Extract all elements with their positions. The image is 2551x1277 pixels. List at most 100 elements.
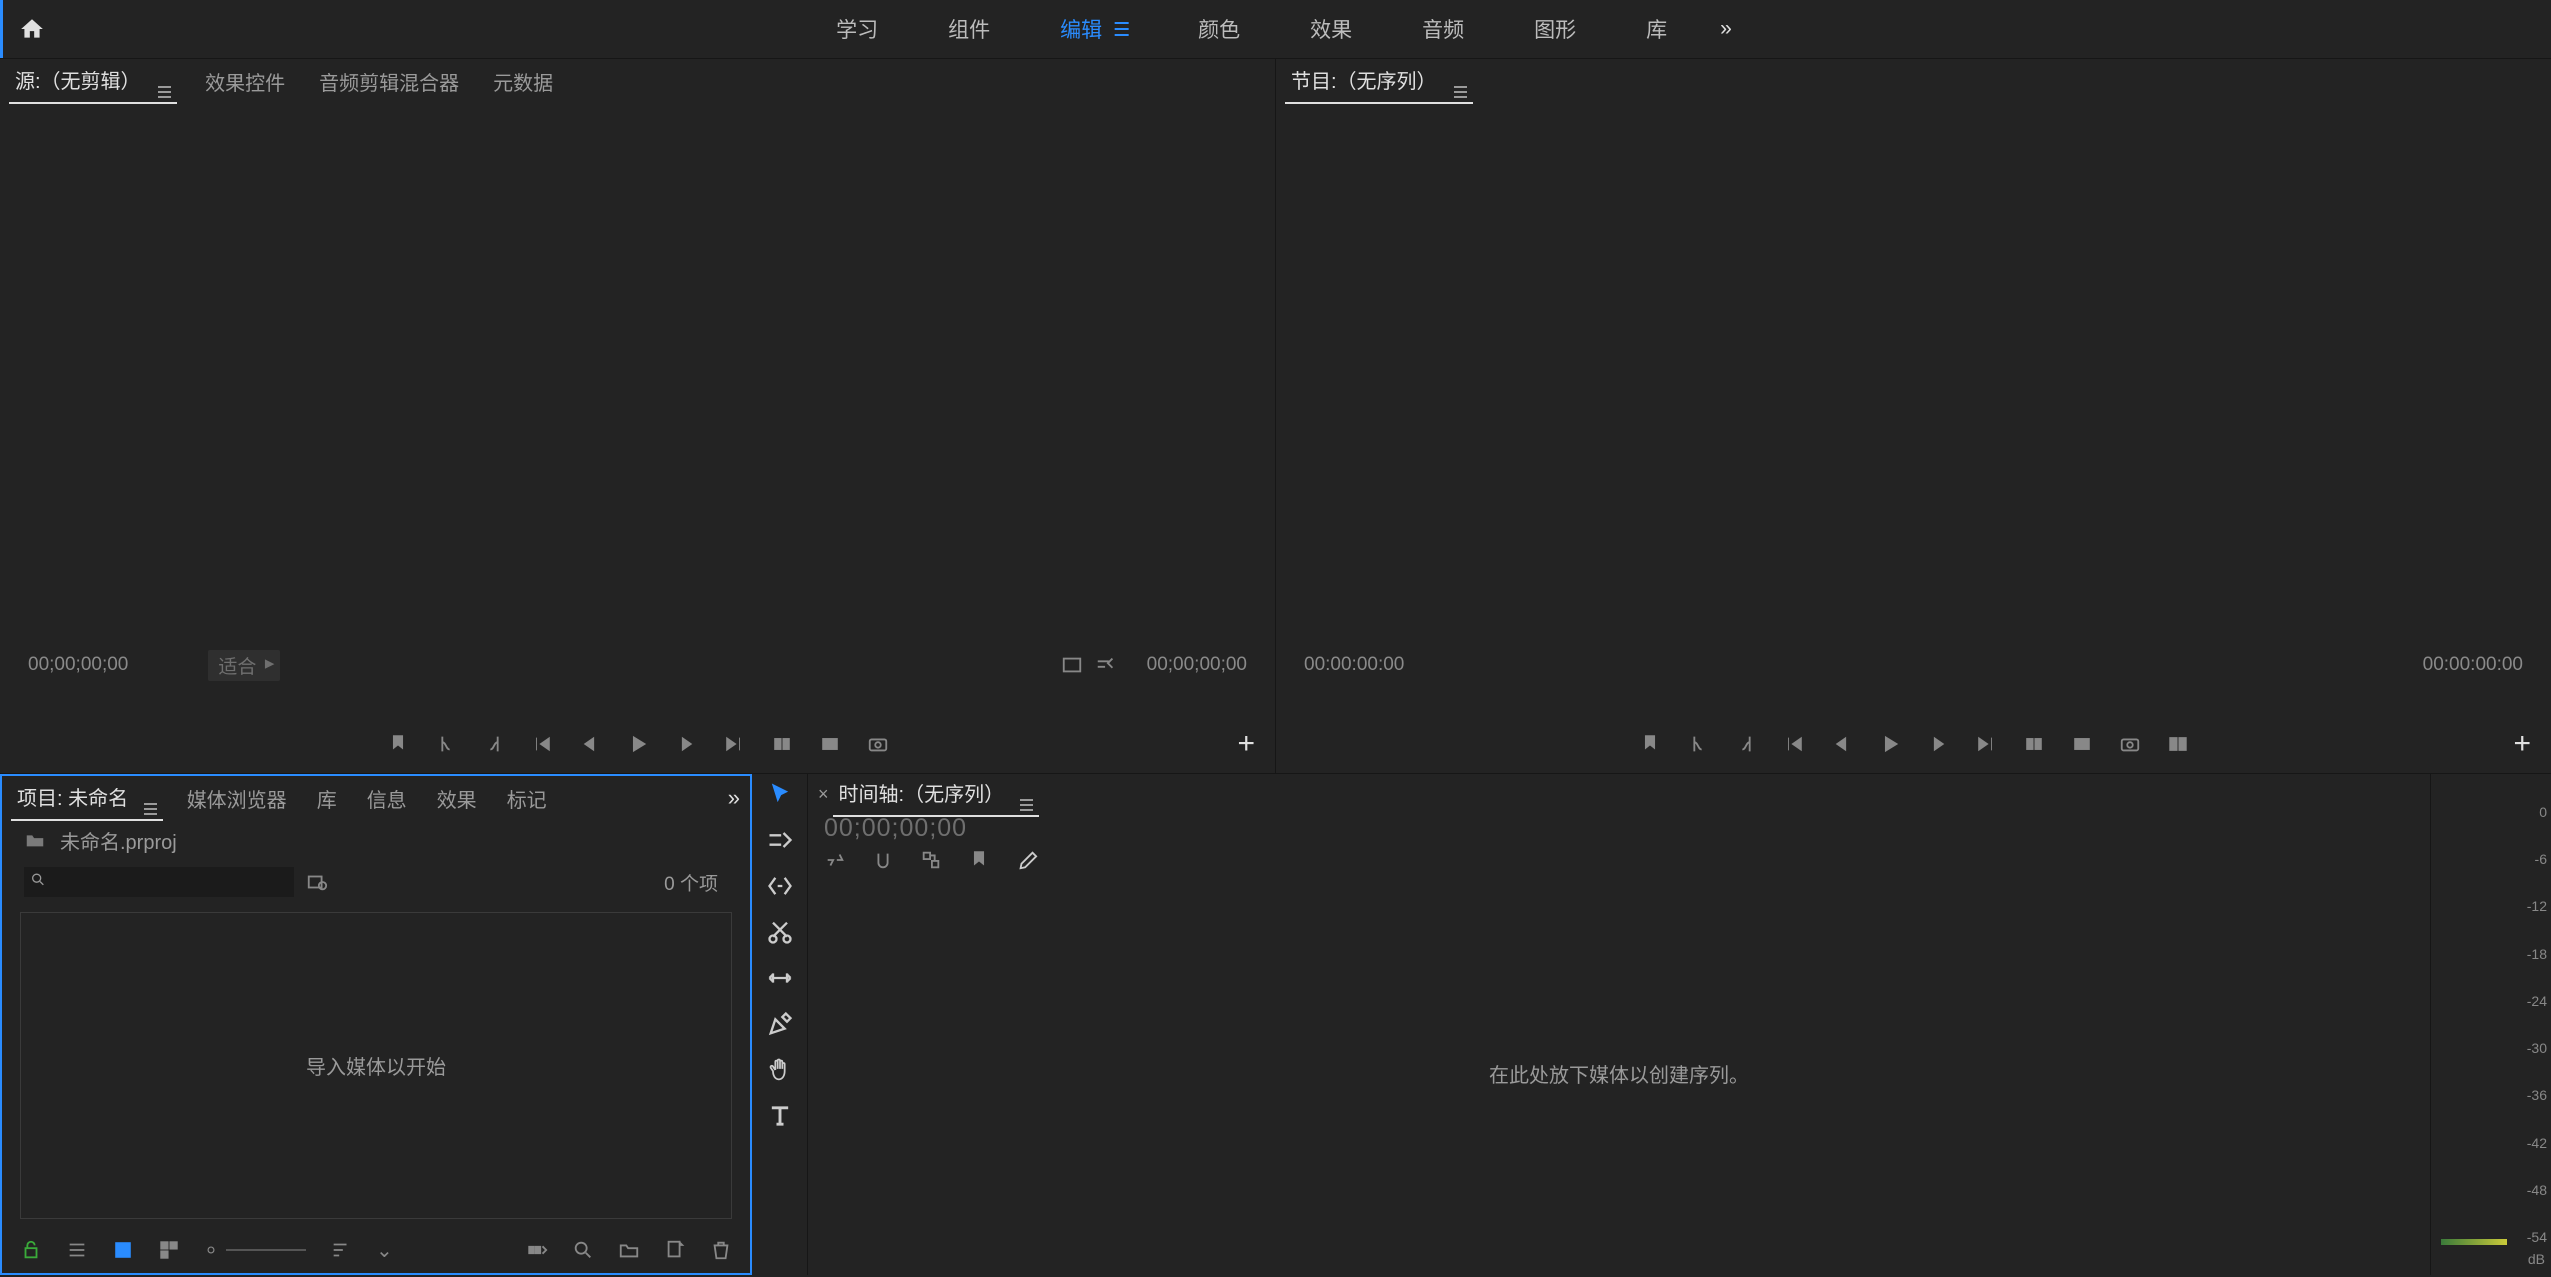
audio-meter[interactable]: 0 -6 -12 -18 -24 -30 -36 -42 -48 -54 dB bbox=[2431, 774, 2551, 1275]
play-icon[interactable] bbox=[1879, 733, 1901, 755]
zoom-slider[interactable] bbox=[204, 1243, 306, 1257]
play-icon[interactable] bbox=[627, 733, 649, 755]
sort-dropdown-icon[interactable]: ⌄ bbox=[376, 1238, 393, 1263]
comparison-view-icon[interactable] bbox=[2167, 733, 2189, 755]
new-bin-icon[interactable] bbox=[618, 1239, 640, 1261]
automate-to-seq-icon[interactable] bbox=[526, 1239, 548, 1261]
extract-icon[interactable] bbox=[2071, 733, 2093, 755]
go-to-in-icon[interactable] bbox=[1783, 733, 1805, 755]
mark-in-icon[interactable] bbox=[435, 733, 457, 755]
razor-tool[interactable] bbox=[766, 918, 794, 946]
lift-icon[interactable] bbox=[2023, 733, 2045, 755]
step-back-icon[interactable] bbox=[1831, 733, 1853, 755]
panel-menu-icon[interactable] bbox=[1454, 86, 1467, 98]
type-tool[interactable] bbox=[766, 1102, 794, 1130]
sort-icon[interactable] bbox=[330, 1239, 352, 1261]
ws-tab-learn[interactable]: 学习 bbox=[801, 0, 913, 58]
tab-program[interactable]: 节目:（无序列） bbox=[1291, 65, 1467, 98]
ws-tab-menu-icon[interactable] bbox=[1114, 22, 1128, 36]
slip-tool[interactable] bbox=[766, 964, 794, 992]
pen-tool[interactable] bbox=[766, 1010, 794, 1038]
source-button-editor[interactable]: + bbox=[1237, 729, 1255, 759]
source-tc-out[interactable]: 00;00;00;00 bbox=[1147, 654, 1247, 676]
project-overflow-button[interactable]: » bbox=[728, 785, 740, 811]
source-video-area[interactable] bbox=[0, 103, 1275, 645]
tab-media-browser[interactable]: 媒体浏览器 bbox=[187, 784, 287, 813]
new-item-icon[interactable] bbox=[664, 1239, 686, 1261]
source-tc-in[interactable]: 00;00;00;00 bbox=[28, 654, 128, 676]
tl-settings-icon[interactable] bbox=[1016, 849, 1038, 871]
ws-tab-audio[interactable]: 音频 bbox=[1387, 0, 1499, 58]
tab-effects[interactable]: 效果 bbox=[437, 784, 477, 813]
export-frame-icon[interactable] bbox=[2119, 733, 2141, 755]
timeline-close-button[interactable]: × bbox=[818, 784, 829, 805]
go-to-in-icon[interactable] bbox=[531, 733, 553, 755]
ws-tab-editing-label: 编辑 bbox=[1060, 14, 1102, 44]
list-view-icon[interactable] bbox=[66, 1239, 88, 1261]
delete-icon[interactable] bbox=[710, 1239, 732, 1261]
insert-icon[interactable] bbox=[771, 733, 793, 755]
ws-tab-editing[interactable]: 编辑 bbox=[1025, 0, 1163, 58]
panel-menu-icon[interactable] bbox=[144, 803, 157, 815]
add-marker-icon[interactable] bbox=[1639, 733, 1661, 755]
step-back-icon[interactable] bbox=[579, 733, 601, 755]
tab-audio-clip-mixer[interactable]: 音频剪辑混合器 bbox=[319, 67, 459, 96]
tab-markers[interactable]: 标记 bbox=[507, 784, 547, 813]
panel-menu-icon[interactable] bbox=[1020, 799, 1033, 811]
ws-overflow-button[interactable]: » bbox=[1702, 0, 1750, 58]
icon-view-icon[interactable] bbox=[112, 1239, 134, 1261]
ws-tab-graphics[interactable]: 图形 bbox=[1499, 0, 1611, 58]
hand-tool[interactable] bbox=[766, 1056, 794, 1084]
overwrite-icon[interactable] bbox=[819, 733, 841, 755]
selection-tool[interactable] bbox=[766, 780, 794, 808]
mark-out-icon[interactable] bbox=[1735, 733, 1757, 755]
ws-tab-library[interactable]: 库 bbox=[1611, 0, 1702, 58]
program-tc-out[interactable]: 00:00:00:00 bbox=[2423, 654, 2523, 676]
panel-menu-icon[interactable] bbox=[158, 86, 171, 98]
tab-metadata[interactable]: 元数据 bbox=[493, 67, 553, 96]
tl-linked-sel-icon[interactable] bbox=[920, 849, 942, 871]
freeform-view-icon[interactable] bbox=[158, 1239, 180, 1261]
export-frame-icon[interactable] bbox=[867, 733, 889, 755]
ws-tab-color[interactable]: 颜色 bbox=[1163, 0, 1275, 58]
program-tc-in[interactable]: 00:00:00:00 bbox=[1304, 654, 1404, 676]
new-search-bin-icon[interactable] bbox=[306, 871, 328, 893]
ripple-edit-tool[interactable] bbox=[766, 872, 794, 900]
program-controls: + bbox=[1276, 715, 2551, 773]
ws-tab-assembly[interactable]: 组件 bbox=[913, 0, 1025, 58]
source-fit-dropdown[interactable]: 适合 bbox=[208, 650, 280, 681]
tab-effect-controls[interactable]: 效果控件 bbox=[205, 67, 285, 96]
find-icon[interactable] bbox=[572, 1239, 594, 1261]
program-video-area[interactable] bbox=[1276, 103, 2551, 645]
tl-snap-icon[interactable] bbox=[872, 849, 894, 871]
tab-info[interactable]: 信息 bbox=[367, 784, 407, 813]
source-timebar[interactable] bbox=[0, 685, 1275, 715]
project-lock-icon[interactable] bbox=[20, 1239, 42, 1261]
source-resolution-icon[interactable] bbox=[1061, 654, 1083, 676]
go-to-out-icon[interactable] bbox=[1975, 733, 1997, 755]
step-fwd-icon[interactable] bbox=[1927, 733, 1949, 755]
tab-timeline[interactable]: 时间轴:（无序列） bbox=[839, 778, 1033, 811]
project-drop-area[interactable]: 导入媒体以开始 bbox=[20, 912, 732, 1219]
timeline-timecode[interactable]: 00;00;00;00 bbox=[824, 814, 2414, 843]
mark-out-icon[interactable] bbox=[483, 733, 505, 755]
tab-source-clip[interactable]: 源:（无剪辑） bbox=[15, 65, 171, 98]
project-file-name: 未命名.prproj bbox=[60, 826, 177, 855]
meter-peak-bar bbox=[2441, 1239, 2507, 1245]
mark-in-icon[interactable] bbox=[1687, 733, 1709, 755]
go-to-out-icon[interactable] bbox=[723, 733, 745, 755]
tab-library[interactable]: 库 bbox=[317, 784, 337, 813]
tab-project[interactable]: 项目: 未命名 bbox=[17, 782, 157, 815]
program-timebar[interactable] bbox=[1276, 685, 2551, 715]
step-fwd-icon[interactable] bbox=[675, 733, 697, 755]
source-settings-icon[interactable] bbox=[1095, 654, 1117, 676]
home-button[interactable] bbox=[0, 0, 60, 58]
project-search-input[interactable] bbox=[24, 867, 294, 897]
timeline-drop-area[interactable]: 在此处放下媒体以创建序列。 bbox=[808, 871, 2430, 1275]
program-button-editor[interactable]: + bbox=[2513, 729, 2531, 759]
ws-tab-effects[interactable]: 效果 bbox=[1275, 0, 1387, 58]
track-select-tool[interactable] bbox=[766, 826, 794, 854]
tl-add-marker-icon[interactable] bbox=[968, 849, 990, 871]
add-marker-icon[interactable] bbox=[387, 733, 409, 755]
tl-insert-mode-icon[interactable] bbox=[824, 849, 846, 871]
